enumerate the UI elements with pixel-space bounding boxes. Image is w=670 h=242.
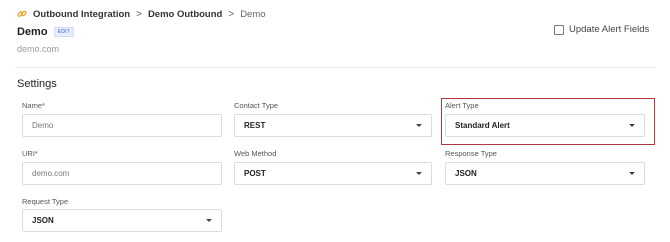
web-method-value: POST — [244, 169, 266, 178]
alert-type-label: Alert Type — [445, 101, 479, 110]
uri-input[interactable]: demo.com — [22, 162, 222, 185]
update-alert-fields-label: Update Alert Fields — [569, 24, 650, 35]
breadcrumb-item-current: Demo — [240, 8, 266, 20]
contact-type-select[interactable]: REST — [234, 114, 432, 137]
header-divider — [15, 67, 655, 68]
link-icon — [17, 9, 27, 19]
uri-label: URI* — [22, 149, 38, 158]
update-alert-fields-toggle[interactable]: Update Alert Fields — [554, 24, 649, 35]
chevron-down-icon — [629, 172, 635, 175]
breadcrumb: Outbound Integration > Demo Outbound > D… — [17, 7, 266, 21]
request-type-label: Request Type — [22, 197, 69, 206]
web-method-label: Web Method — [234, 149, 277, 158]
alert-type-select[interactable]: Standard Alert — [445, 114, 645, 137]
response-type-select[interactable]: JSON — [445, 162, 645, 185]
settings-heading: Settings — [17, 78, 57, 90]
page-title-row: Demo EDIT — [17, 26, 75, 38]
name-value: Demo — [32, 121, 54, 130]
name-input[interactable]: Demo — [22, 114, 222, 137]
chevron-down-icon — [629, 124, 635, 127]
web-method-select[interactable]: POST — [234, 162, 432, 185]
contact-type-label: Contact Type — [234, 101, 279, 110]
breadcrumb-item-outbound-integration[interactable]: Outbound Integration — [33, 9, 130, 20]
name-label: Name* — [22, 101, 45, 110]
page-subtitle: demo.com — [17, 44, 60, 54]
contact-type-value: REST — [244, 121, 266, 130]
request-type-select[interactable]: JSON — [22, 209, 222, 232]
update-alert-fields-checkbox[interactable] — [554, 24, 564, 35]
chevron-down-icon — [206, 219, 212, 222]
edit-button[interactable]: EDIT — [53, 27, 75, 37]
breadcrumb-item-demo-outbound[interactable]: Demo Outbound — [148, 9, 222, 20]
response-type-value: JSON — [455, 169, 477, 178]
chevron-down-icon — [416, 124, 422, 127]
breadcrumb-separator: > — [228, 8, 235, 20]
chevron-down-icon — [416, 172, 422, 175]
request-type-value: JSON — [32, 216, 54, 225]
alert-type-value: Standard Alert — [455, 121, 510, 130]
uri-value: demo.com — [32, 169, 70, 178]
page-title: Demo — [17, 26, 48, 38]
response-type-label: Response Type — [445, 149, 497, 158]
breadcrumb-separator: > — [136, 8, 142, 20]
